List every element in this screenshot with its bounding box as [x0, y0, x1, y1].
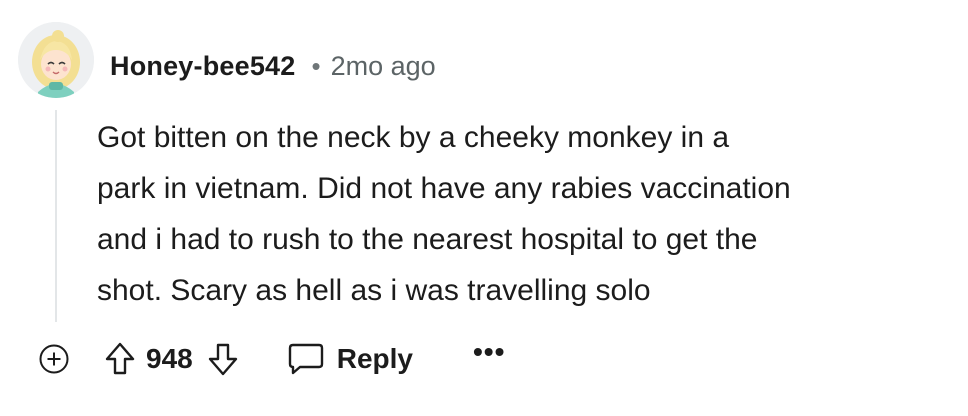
timestamp[interactable]: 2mo ago — [331, 51, 436, 82]
reply-label: Reply — [336, 343, 413, 374]
comment-actions: 948 Reply ••• — [34, 336, 505, 382]
thread-line[interactable] — [55, 110, 57, 322]
plus-circle-icon — [39, 344, 69, 374]
comment-header: Honey-bee542 • 2mo ago — [110, 46, 436, 86]
comment: Honey-bee542 • 2mo ago Got bitten on the… — [0, 0, 968, 416]
comment-body: Got bitten on the neck by a cheeky monke… — [97, 112, 957, 316]
avatar[interactable] — [18, 22, 94, 98]
arrow-down-icon — [208, 343, 237, 376]
comment-body-line: shot. Scary as hell as i was travelling … — [97, 274, 651, 307]
more-options-button[interactable]: ••• — [473, 338, 505, 380]
downvote-button[interactable] — [203, 336, 243, 382]
avatar-icon — [18, 22, 94, 98]
reply-button[interactable]: Reply — [287, 342, 413, 376]
upvote-button[interactable] — [100, 336, 140, 382]
comment-body-line: park in vietnam. Did not have any rabies… — [97, 172, 791, 205]
vote-score: 948 — [146, 343, 193, 374]
meta-separator: • — [311, 51, 321, 81]
arrow-up-icon — [105, 342, 135, 375]
comment-body-line: Got bitten on the neck by a cheeky monke… — [97, 121, 730, 154]
expand-button[interactable] — [34, 336, 74, 382]
comment-body-line: and i had to rush to the nearest hospita… — [97, 223, 758, 256]
speech-bubble-icon — [288, 343, 323, 375]
username[interactable]: Honey-bee542 — [110, 51, 295, 82]
